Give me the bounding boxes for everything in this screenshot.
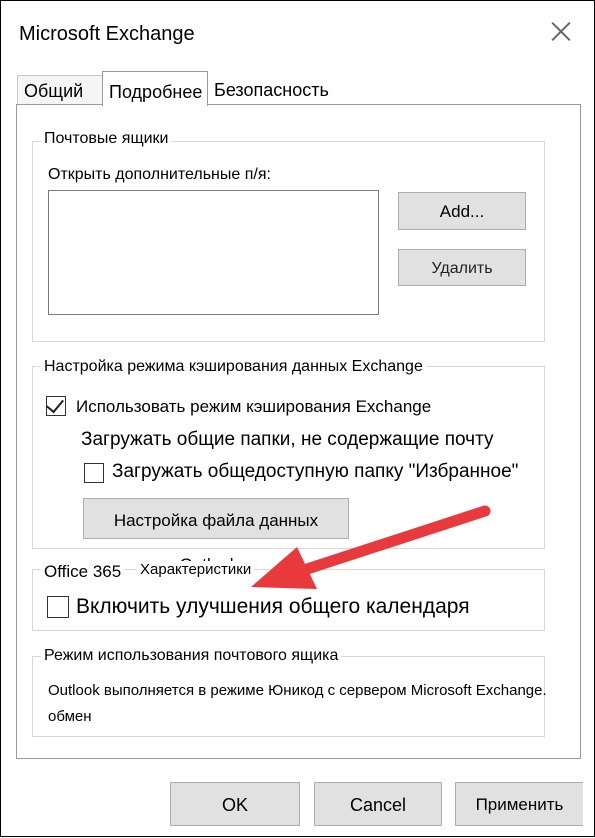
dialog-title: Microsoft Exchange bbox=[19, 23, 195, 45]
open-mailboxes-label: Открыть дополнительные п/я: bbox=[48, 166, 271, 183]
tab-more[interactable]: Подробнее bbox=[102, 71, 208, 106]
office365-legend: Office 365 bbox=[41, 562, 125, 582]
remove-mailbox-button[interactable]: Удалить bbox=[398, 249, 526, 286]
shared-calendar-label: Включить улучшения общего календаря bbox=[76, 595, 470, 618]
use-cache-checkbox[interactable] bbox=[46, 394, 66, 416]
use-cache-label: Использовать режим кэширования Exchange bbox=[76, 397, 432, 416]
download-shared-folders-label: Загружать общие папки, не содержащие поч… bbox=[81, 429, 494, 450]
ok-button[interactable]: OK bbox=[170, 782, 300, 826]
apply-button[interactable]: Применить bbox=[455, 782, 583, 826]
mailbox-mode-legend: Режим использования почтового ящика bbox=[41, 647, 342, 665]
mailbox-mode-status-line2: обмен bbox=[48, 708, 92, 725]
mailbox-mode-status: Outlook выполняется в режиме Юникод с се… bbox=[48, 682, 547, 699]
additional-mailboxes-list[interactable] bbox=[48, 190, 379, 315]
download-favorites-label: Загружать общедоступную папку "Избранное… bbox=[112, 461, 519, 482]
close-icon[interactable] bbox=[549, 19, 573, 43]
office365-features-legend: Характеристики bbox=[137, 561, 255, 578]
cache-legend: Настройка режима кэширования данных Exch… bbox=[41, 358, 426, 376]
shared-calendar-checkbox[interactable] bbox=[47, 596, 69, 618]
mailboxes-legend: Почтовые ящики bbox=[41, 130, 172, 148]
checkmark-icon bbox=[46, 394, 64, 414]
add-mailbox-button[interactable]: Add... bbox=[398, 192, 526, 230]
exchange-dialog: Microsoft Exchange Общий Подробнее Безоп… bbox=[0, 0, 595, 837]
tab-general[interactable]: Общий bbox=[17, 75, 103, 104]
outlook-data-file-button[interactable]: Настройка файла данных Outlook... bbox=[83, 498, 349, 574]
tab-security[interactable]: Безопасность bbox=[208, 75, 348, 104]
cancel-button[interactable]: Cancel bbox=[314, 782, 442, 826]
download-favorites-checkbox[interactable] bbox=[84, 463, 104, 483]
